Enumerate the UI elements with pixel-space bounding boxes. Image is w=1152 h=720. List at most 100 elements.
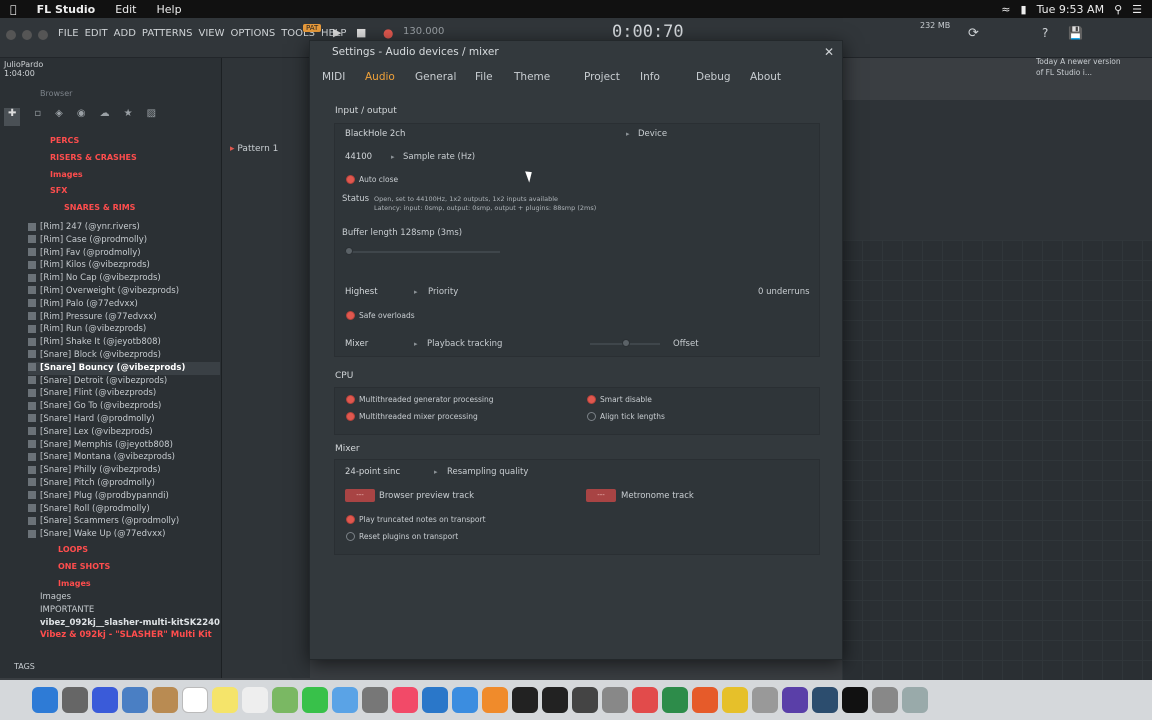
finder-icon[interactable] <box>32 687 58 713</box>
window-minimize-dot[interactable] <box>22 30 32 40</box>
browser-file-item[interactable]: [Snare] Plug (@prodbypanndi) <box>28 490 220 503</box>
vscode-icon[interactable] <box>422 687 448 713</box>
browser-file-item[interactable]: [Snare] Wake Up (@77edvxx) <box>28 528 220 541</box>
fl-menu-file[interactable]: FILE <box>58 28 79 39</box>
app-store-icon[interactable] <box>332 687 358 713</box>
fl-menu-options[interactable]: OPTIONS <box>231 28 276 39</box>
excel-icon[interactable] <box>662 687 688 713</box>
tab-project[interactable]: Project <box>584 71 620 83</box>
browser-file-item[interactable]: [Rim] No Cap (@vibezprods) <box>28 272 220 285</box>
downloads-icon[interactable] <box>872 687 898 713</box>
browser-file-item[interactable]: [Snare] Scammers (@prodmolly) <box>28 515 220 528</box>
buffer-slider-track[interactable] <box>345 251 500 253</box>
folder-images-2[interactable]: Images <box>58 578 218 591</box>
window-zoom-dot[interactable] <box>38 30 48 40</box>
browser-file-item[interactable]: [Snare] Memphis (@jeyotb808) <box>28 439 220 452</box>
pattern-selector[interactable]: ▸ Pattern 1 <box>230 144 278 154</box>
system-preferences-icon[interactable] <box>362 687 388 713</box>
tab-file[interactable]: File <box>475 71 493 83</box>
reset-plugins-radio[interactable] <box>346 532 355 541</box>
browser-file-item[interactable]: [Snare] Go To (@vibezprods) <box>28 400 220 413</box>
offset-slider-knob[interactable] <box>622 339 630 347</box>
browser-file-item[interactable]: [Rim] Kilos (@vibezprods) <box>28 259 220 272</box>
play-icon[interactable]: ▶ <box>333 26 341 39</box>
menu-help[interactable]: Help <box>147 3 192 16</box>
resampling-arrow-icon[interactable]: ▸ <box>434 468 438 476</box>
folder-images[interactable]: Images <box>50 169 220 182</box>
browser-folder-icon[interactable]: ▨ <box>147 108 156 126</box>
safari-icon[interactable] <box>92 687 118 713</box>
capcut-icon[interactable] <box>512 687 538 713</box>
menubar-clock[interactable]: Tue 9:53 AM <box>1037 3 1105 16</box>
fl-menu-view[interactable]: VIEW <box>199 28 225 39</box>
browser-file-item[interactable]: [Rim] Fav (@prodmolly) <box>28 247 220 260</box>
steam-icon[interactable] <box>812 687 838 713</box>
tab-theme[interactable]: Theme <box>514 71 550 83</box>
multi-gen-radio[interactable] <box>346 395 355 404</box>
browser-file-item[interactable]: [Snare] Detroit (@vibezprods) <box>28 375 220 388</box>
resampling-dropdown[interactable]: 24-point sinc <box>345 467 400 477</box>
folder-loops[interactable]: LOOPS <box>58 544 218 557</box>
browser-files-icon[interactable]: ▫ <box>34 108 41 126</box>
zoom-icon[interactable] <box>452 687 478 713</box>
sample-rate-arrow-icon[interactable]: ▸ <box>391 153 395 161</box>
preview-icon[interactable] <box>122 687 148 713</box>
safe-overloads-radio[interactable] <box>346 311 355 320</box>
tab-debug[interactable]: Debug <box>696 71 731 83</box>
smart-disable-radio[interactable] <box>587 395 596 404</box>
fl-menu-add[interactable]: ADD <box>114 28 136 39</box>
menu-list-icon[interactable]: ☰ <box>1132 3 1142 16</box>
priority-arrow-icon[interactable]: ▸ <box>414 288 418 296</box>
tab-general[interactable]: General <box>415 71 456 83</box>
browser-plugin-icon[interactable]: ◉ <box>77 108 86 126</box>
menu-app-name[interactable]: FL Studio <box>27 3 106 16</box>
calendar-icon[interactable] <box>182 687 208 713</box>
browser-file-item[interactable]: [Rim] Shake It (@jeyotb808) <box>28 336 220 349</box>
playlist-grid[interactable] <box>842 240 1152 680</box>
search-icon[interactable]: ⚲ <box>1114 3 1122 16</box>
photos-icon[interactable] <box>632 687 658 713</box>
trash-icon[interactable] <box>902 687 928 713</box>
browser-file-item[interactable]: [Rim] 247 (@ynr.rivers) <box>28 221 220 234</box>
notes-icon[interactable] <box>212 687 238 713</box>
chrome-icon[interactable] <box>722 687 748 713</box>
settings-titlebar[interactable]: Settings - Audio devices / mixer <box>310 41 842 63</box>
launchpad-icon[interactable] <box>62 687 88 713</box>
browser-file-item[interactable]: [Rim] Palo (@77edvxx) <box>28 298 220 311</box>
apple-icon[interactable]:  <box>0 3 27 16</box>
messages-icon[interactable] <box>302 687 328 713</box>
refresh-icon[interactable]: ⟳ <box>968 26 979 41</box>
vector-app-icon[interactable] <box>782 687 808 713</box>
folder-one-shots[interactable]: ONE SHOTS <box>58 561 218 574</box>
tab-audio[interactable]: Audio <box>365 71 395 83</box>
menu-edit[interactable]: Edit <box>105 3 146 16</box>
tab-info[interactable]: Info <box>640 71 660 83</box>
folder-risers[interactable]: RISERS & CRASHES <box>50 152 220 165</box>
browser-cloud-icon[interactable]: ☁ <box>100 108 110 126</box>
device-dropdown[interactable]: BlackHole 2ch <box>345 129 405 139</box>
play-truncated-radio[interactable] <box>346 515 355 524</box>
folder-sfx[interactable]: SFX <box>50 185 220 198</box>
align-ticks-radio[interactable] <box>587 412 596 421</box>
browser-preview-track-button[interactable]: --- <box>345 489 375 502</box>
update-notice[interactable]: Today A newer version of FL Studio i... <box>1036 56 1124 78</box>
archive-icon[interactable] <box>752 687 778 713</box>
multi-mix-radio[interactable] <box>346 412 355 421</box>
song-time-display[interactable]: 0:00:70 <box>612 22 684 42</box>
auto-close-radio[interactable] <box>346 175 355 184</box>
device-arrow-icon[interactable]: ▸ <box>626 130 630 138</box>
folder-slasher-kit[interactable]: vibez_092kj__slasher-multi-kitSK224090 <box>40 617 220 630</box>
fl-menu-patterns[interactable]: PATTERNS <box>142 28 193 39</box>
tracking-arrow-icon[interactable]: ▸ <box>414 340 418 348</box>
contacts-icon[interactable] <box>152 687 178 713</box>
record-icon[interactable]: ● <box>383 26 393 40</box>
vst-app-icon[interactable] <box>572 687 598 713</box>
fl-menu-edit[interactable]: EDIT <box>85 28 108 39</box>
browser-file-item[interactable]: [Snare] Flint (@vibezprods) <box>28 387 220 400</box>
browser-all-icon[interactable]: ✚ <box>4 108 21 126</box>
folder-snares-rims[interactable]: SNARES & RIMS <box>64 202 220 215</box>
browser-file-item[interactable]: [Snare] Hard (@prodmolly) <box>28 413 220 426</box>
pat-song-toggle[interactable]: PAT <box>303 24 322 32</box>
piano-app-icon[interactable] <box>842 687 868 713</box>
browser-file-item[interactable]: [Snare] Montana (@vibezprods) <box>28 451 220 464</box>
